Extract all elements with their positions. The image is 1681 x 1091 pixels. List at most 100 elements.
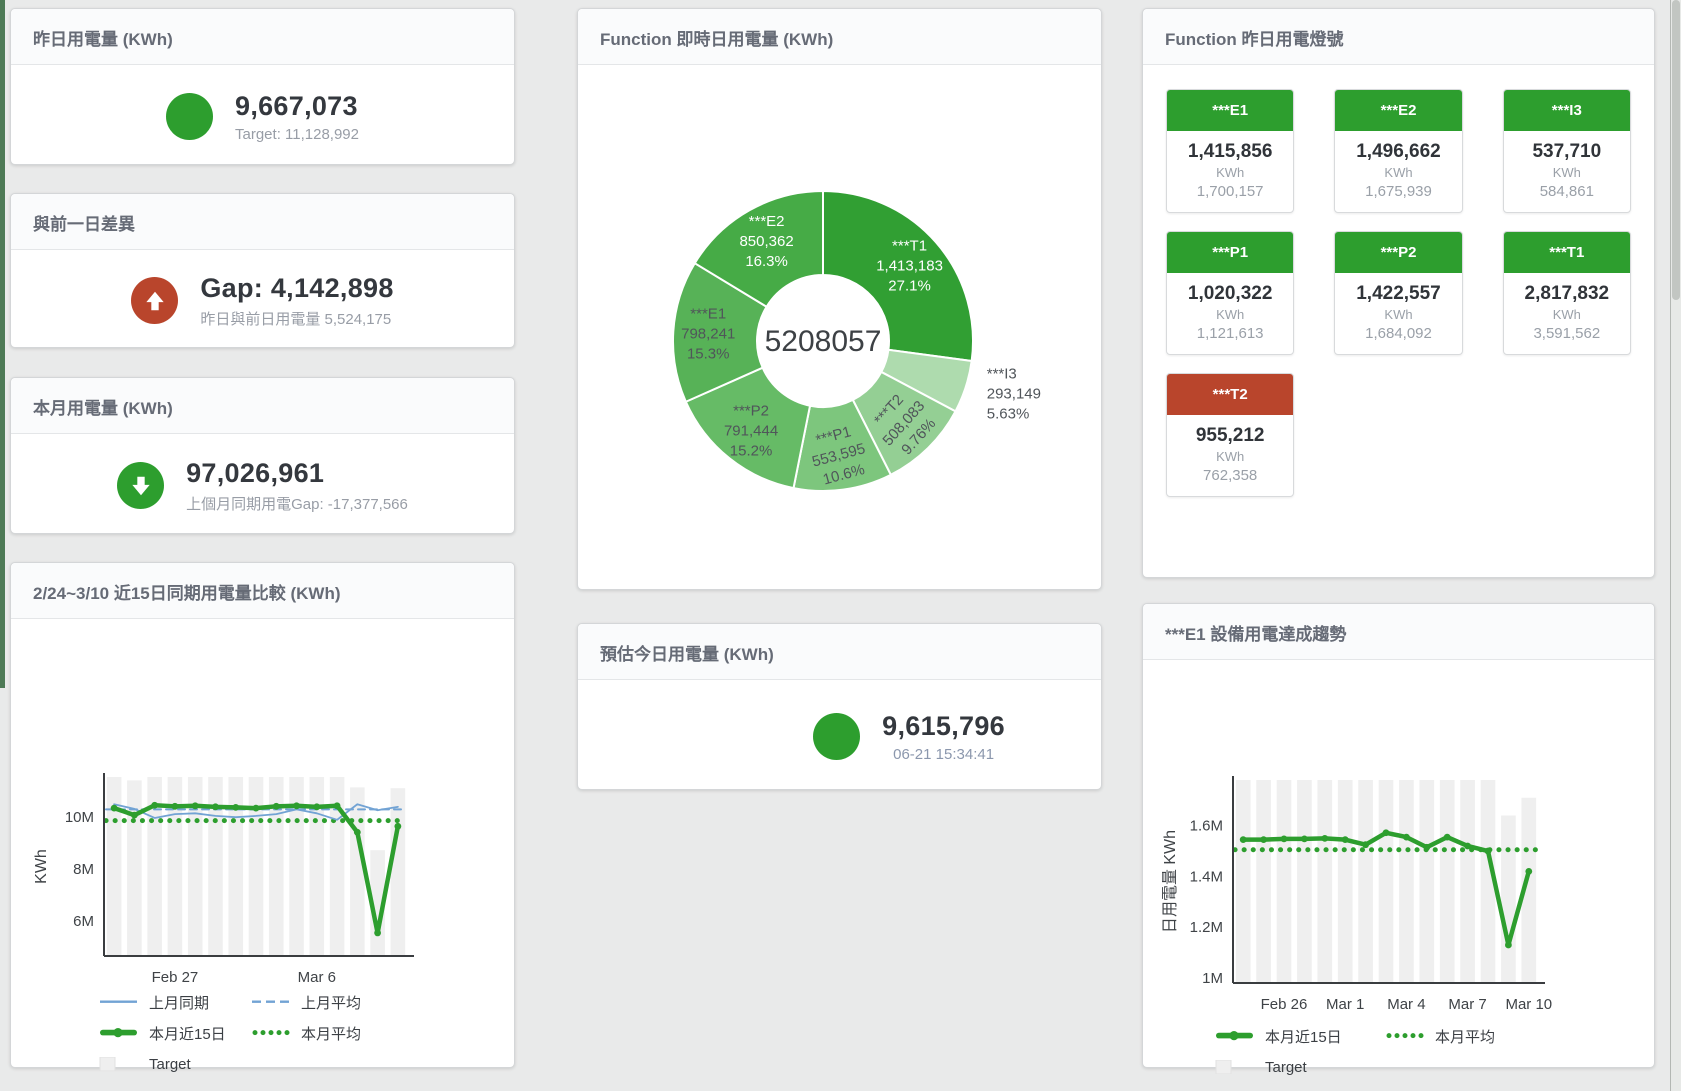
data-point [1423,844,1430,851]
device-usage-unit: KWh [1167,307,1293,322]
status-circle-icon [813,713,860,760]
stat-value: Gap: 4,142,898 [200,273,393,304]
donut-center-total: 5208057 [765,325,882,358]
device-usage-unit: KWh [1504,165,1630,180]
device-status-tile: ***P21,422,557KWh1,684,092 [1334,231,1462,355]
data-point [212,803,219,810]
panel-title: 本月用電量 (KWh) [11,378,514,434]
sidebar-edge [0,0,5,688]
data-point [131,812,138,819]
panel-title: 預估今日用電量 (KWh) [578,624,1101,680]
y-tick-label: 1.6M [1190,818,1223,835]
legend-label: 本月近15日 [149,1023,226,1044]
target-bar [350,787,365,956]
legend-item[interactable]: 上月同期 [99,991,251,1013]
status-circle-icon [166,93,213,140]
panel-title: Function 即時日用電量 (KWh) [578,9,1101,65]
y-axis-label: KWh [33,849,50,884]
stat-value: 97,026,961 [186,458,408,489]
legend-label: 上月平均 [301,992,361,1013]
svg-text:15.3%: 15.3% [687,346,730,363]
data-point [273,803,280,810]
legend-swatch [99,995,139,1009]
device-usage-value: 537,710 [1504,141,1630,163]
target-bar [1460,780,1475,983]
device-usage-unit: KWh [1335,165,1461,180]
svg-text:850,362: 850,362 [739,233,793,250]
device-status-tile: ***E21,496,662KWh1,675,939 [1334,89,1462,213]
stat-body: 9,667,073 Target: 11,128,992 [11,65,514,168]
device-target-value: 1,121,613 [1167,325,1293,342]
device-status-tile: ***T2955,212KWh762,358 [1166,373,1294,497]
legend-label: 本月平均 [1435,1026,1495,1047]
trend-line-chart: 1M1.2M1.4M1.6MFeb 26Mar 1Mar 4Mar 7Mar 1… [1143,660,1654,1018]
data-point [1444,834,1451,841]
panel-title: Function 昨日用電燈號 [1143,9,1654,65]
legend-swatch [1385,1029,1425,1043]
legend-swatch [99,1026,139,1040]
legend-item[interactable]: 本月近15日 [99,1022,251,1044]
stat-body: Gap: 4,142,898 昨日與前日用電量 5,524,175 [11,250,514,351]
device-target-value: 1,700,157 [1167,183,1293,200]
legend-swatch [251,995,291,1009]
device-usage-unit: KWh [1167,449,1293,464]
stat-value: 9,615,796 [882,711,1005,742]
target-bar [1399,780,1414,983]
x-tick-label: Mar 7 [1448,996,1486,1013]
device-status-tile: ***E11,415,856KWh1,700,157 [1166,89,1294,213]
data-point [1240,836,1247,843]
data-point [313,803,320,810]
data-point [293,802,300,809]
x-tick-label: Mar 1 [1326,996,1364,1013]
target-bar [1379,780,1394,983]
data-point [232,804,239,811]
panel-yesterday-usage: 昨日用電量 (KWh) 9,667,073 Target: 11,128,992 [10,8,515,165]
data-point [374,930,381,937]
svg-text:1,413,183: 1,413,183 [876,257,943,274]
legend-item[interactable]: 本月平均 [251,1022,403,1044]
legend-item[interactable]: Target [1215,1056,1385,1078]
panel-title: 與前一日差異 [11,194,514,250]
y-tick-label: 6M [73,913,94,930]
target-bar [127,780,142,956]
device-name-badge: ***P2 [1335,232,1461,273]
legend-item[interactable]: Target [99,1053,251,1075]
legend-item[interactable]: 上月平均 [251,991,403,1013]
compare-chart-legend: 上月同期 上月平均本月近15日 本月平均 Target [99,991,514,1075]
legend-item[interactable]: 本月平均 [1385,1025,1555,1047]
device-name-badge: ***I3 [1504,90,1630,131]
x-tick-label: Feb 27 [152,969,199,984]
target-bar [1256,780,1271,983]
y-tick-label: 1.2M [1190,919,1223,936]
target-bar [1338,780,1353,983]
stat-subtitle: 上個月同期用電Gap: -17,377,566 [186,493,408,514]
data-point [253,805,260,812]
target-bar [228,777,243,956]
scrollbar-thumb[interactable] [1672,0,1680,300]
data-point [1505,942,1512,949]
legend-label: 上月同期 [149,992,209,1013]
stat-value: 9,667,073 [235,91,359,122]
legend-label: Target [149,1056,191,1073]
donut-chart: ***T11,413,18327.1%***I3293,1495.63%***T… [578,65,1101,588]
data-point [1383,829,1390,836]
data-point [172,803,179,810]
device-status-tile: ***T12,817,832KWh3,591,562 [1503,231,1631,355]
legend-swatch [1215,1029,1255,1043]
scrollbar[interactable] [1670,0,1681,1091]
y-tick-label: 8M [73,861,94,878]
trend-chart-legend: 本月近15日 本月平均 Target [1215,1025,1654,1078]
target-bar [1501,816,1516,983]
x-tick-label: Mar 4 [1387,996,1425,1013]
target-bar [1236,780,1251,983]
y-tick-label: 1M [1202,970,1223,987]
legend-swatch [251,1026,291,1040]
x-tick-label: Feb 26 [1261,996,1308,1013]
device-name-badge: ***E1 [1167,90,1293,131]
device-name-badge: ***T2 [1167,374,1293,415]
device-usage-value: 955,212 [1167,425,1293,447]
target-bar [1277,780,1292,983]
legend-item[interactable]: 本月近15日 [1215,1025,1385,1047]
svg-text:***E2: ***E2 [749,213,785,230]
compare-line-chart: 6M8M10MFeb 27Mar 6KWh [11,619,514,984]
